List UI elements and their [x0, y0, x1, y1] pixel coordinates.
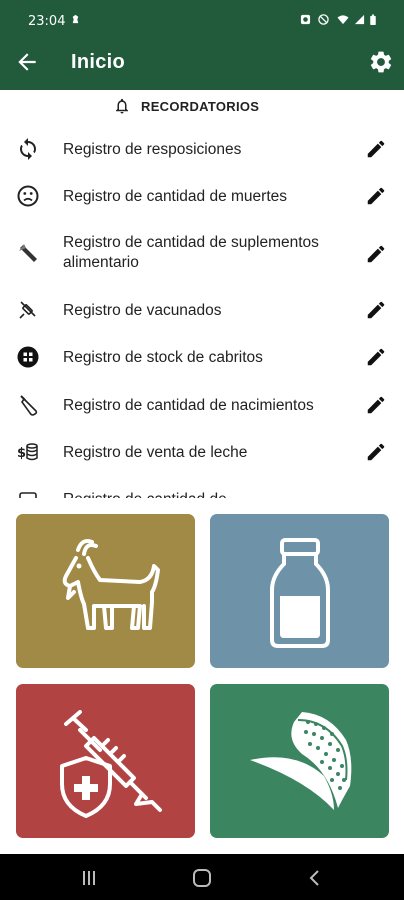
- status-bar: 23:04: [0, 0, 404, 34]
- reminders-title: RECORDATORIOS: [141, 99, 260, 114]
- reminders-list[interactable]: Registro de resposiciones Registro de ca…: [0, 125, 404, 498]
- stock-icon: [17, 346, 39, 368]
- arrow-back-icon[interactable]: [14, 49, 40, 75]
- generic-icon: [19, 492, 37, 498]
- list-item[interactable]: Registro de cantidad de nacimientos: [0, 391, 404, 421]
- list-item-label: Registro de stock de cabritos: [63, 349, 263, 366]
- list-item-label: Registro de cantidad de suplementos alim…: [63, 234, 319, 271]
- svg-text:$: $: [17, 446, 26, 461]
- list-item-label: Registro de venta de leche: [63, 444, 248, 461]
- list-item-label: Registro de resposiciones: [63, 141, 242, 158]
- back-icon[interactable]: [304, 867, 326, 889]
- pencil-icon[interactable]: [365, 441, 387, 463]
- page-title: Inicio: [71, 51, 126, 73]
- list-item-label: Registro de cantidad de nacimientos: [63, 397, 314, 414]
- signal-icon: [354, 14, 365, 25]
- goats-tile[interactable]: [16, 514, 195, 668]
- wifi-icon: [337, 15, 349, 25]
- sad-face-icon: [17, 185, 39, 207]
- pencil-icon[interactable]: [365, 185, 387, 207]
- pencil-icon[interactable]: [365, 346, 387, 368]
- list-item[interactable]: Registro de cantidad de: [0, 483, 404, 498]
- bell-icon: [116, 98, 128, 114]
- list-item-label: Registro de vacunados: [63, 302, 222, 319]
- pencil-icon[interactable]: [365, 243, 387, 265]
- list-item[interactable]: Registro de resposiciones: [0, 135, 404, 165]
- status-time: 23:04: [28, 14, 66, 29]
- money-icon: $: [17, 443, 38, 461]
- corn-icon: [250, 712, 352, 810]
- vaccine-shield-icon: [60, 710, 162, 818]
- goat-icon: [62, 539, 160, 630]
- vaccines-tile[interactable]: [16, 684, 195, 838]
- milk-tile[interactable]: [210, 514, 389, 668]
- list-item[interactable]: Registro de vacunados: [0, 296, 404, 326]
- reminders-header: RECORDATORIOS: [0, 94, 404, 120]
- list-item[interactable]: Registro de stock de cabritos: [0, 343, 404, 373]
- pencil-icon[interactable]: [365, 299, 387, 321]
- list-item[interactable]: Registro de cantidad de suplementos alim…: [0, 232, 404, 276]
- pencil-icon[interactable]: [365, 394, 387, 416]
- gear-icon[interactable]: [368, 49, 394, 75]
- vaccine-icon: [19, 301, 36, 319]
- list-item-label: Registro de cantidad de: [63, 490, 353, 498]
- feed-icon: [19, 244, 37, 262]
- mute-icon: [318, 14, 329, 25]
- milk-bottle-icon: [270, 538, 330, 648]
- alarm-icon: [300, 14, 311, 25]
- feed-tile[interactable]: [210, 684, 389, 838]
- pencil-icon[interactable]: [365, 138, 387, 160]
- app-bar: Inicio: [0, 34, 404, 90]
- list-item[interactable]: $ Registro de venta de leche: [0, 438, 404, 468]
- screen: 23:04 Inicio RECORDATORIOS Registro de r…: [0, 0, 404, 900]
- sync-icon: [20, 138, 36, 160]
- list-item-label: Registro de cantidad de muertes: [63, 188, 288, 205]
- battery-icon: [370, 14, 376, 25]
- home-icon[interactable]: [191, 867, 213, 889]
- recents-icon[interactable]: [78, 867, 100, 889]
- list-item[interactable]: Registro de cantidad de muertes: [0, 182, 404, 212]
- system-nav-bar: [0, 854, 404, 900]
- bottle-icon: [20, 395, 38, 416]
- notification-icon: [72, 14, 79, 24]
